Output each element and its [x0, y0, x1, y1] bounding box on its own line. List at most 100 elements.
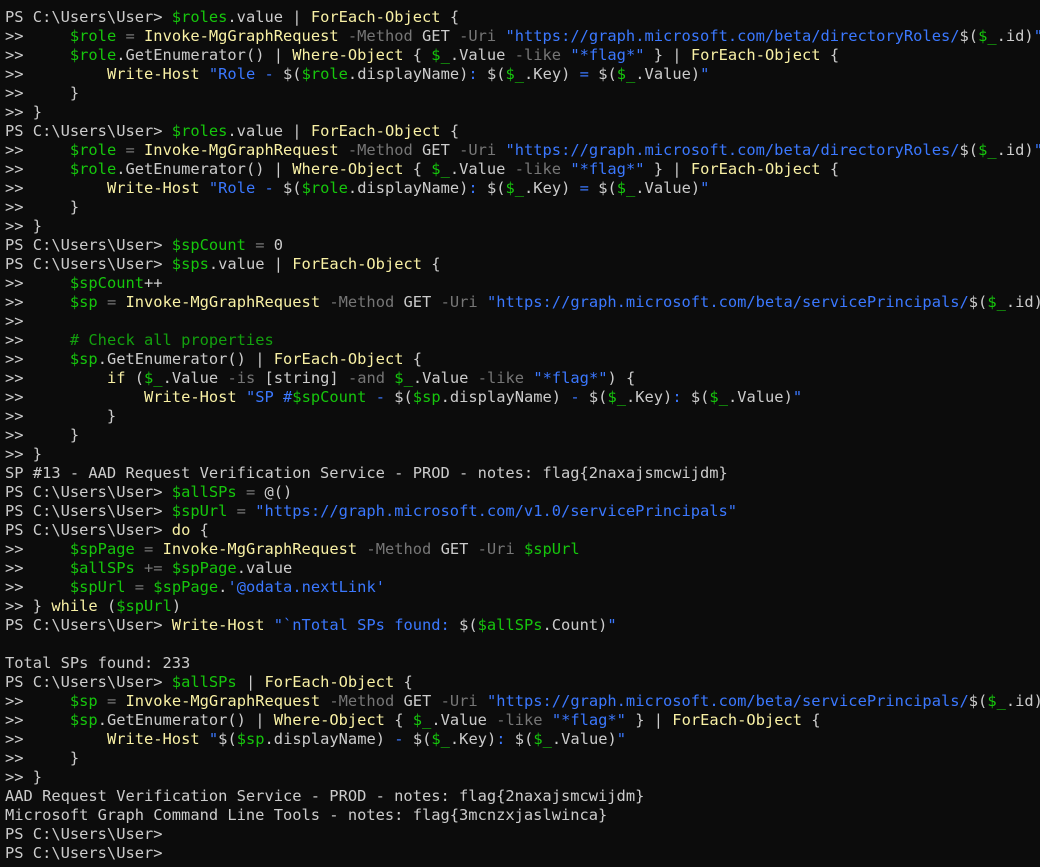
token-string: : — [468, 179, 487, 197]
token-keyword: while — [51, 597, 98, 615]
token-variable: $sp — [69, 293, 98, 311]
terminal-line: >> } — [5, 217, 1040, 236]
token-text: >> — [5, 312, 24, 330]
token-text: Total SPs found: 233 — [5, 654, 191, 672]
token-text: $( — [394, 388, 413, 406]
terminal-line: SP #13 - AAD Request Verification Servic… — [5, 464, 1040, 483]
token-text: >> — [5, 711, 70, 729]
token-string: " — [208, 730, 219, 748]
token-variable: $_ — [978, 27, 997, 45]
token-variable: $spUrl — [69, 578, 126, 596]
token-operator: += — [134, 559, 172, 577]
powershell-terminal[interactable]: PS C:\Users\User> $roles.value | ForEach… — [0, 0, 1040, 867]
token-text: 0 — [273, 236, 284, 254]
token-text: { — [820, 160, 840, 178]
token-operator: = — [236, 483, 265, 501]
token-text: >> — [5, 65, 107, 83]
token-text: } | — [644, 46, 691, 64]
terminal-line: AAD Request Verification Service - PROD … — [5, 787, 1040, 806]
token-text: .Value) — [635, 65, 701, 83]
terminal-line: >> $sp.GetEnumerator() | ForEach-Object … — [5, 350, 1040, 369]
token-command: ForEach-Object — [273, 350, 404, 368]
token-text: >> } — [5, 749, 80, 767]
token-text: .displayName) — [347, 65, 469, 83]
token-text: >> — [5, 730, 107, 748]
token-text: { — [394, 673, 413, 691]
terminal-line: >> Write-Host "Role - $($role.displayNam… — [5, 179, 1040, 198]
token-parameter: -like — [514, 160, 562, 178]
token-variable: $sp — [69, 350, 98, 368]
terminal-line: >> — [5, 312, 1040, 331]
token-string: - — [366, 388, 395, 406]
token-text: .Key) — [625, 388, 673, 406]
token-text: GET — [394, 692, 441, 710]
token-text: .displayName) — [347, 179, 469, 197]
token-command: ForEach-Object — [310, 8, 441, 26]
token-text: } | — [644, 160, 691, 178]
terminal-line: >> } — [5, 103, 1040, 122]
token-text: { — [384, 711, 413, 729]
token-text: .Value) — [551, 730, 617, 748]
token-parameter: -like — [496, 711, 543, 729]
token-string: " — [616, 730, 627, 748]
token-text: { — [802, 711, 821, 729]
token-variable: $role — [69, 27, 117, 45]
token-text: ( — [97, 597, 117, 615]
token-variable: $_ — [431, 160, 450, 178]
token-parameter: -Method — [338, 141, 413, 159]
token-variable: $_ — [978, 141, 997, 159]
token-text: .value | — [227, 122, 311, 140]
token-string: = — [570, 179, 599, 197]
token-string: "`nTotal SPs found: — [273, 616, 460, 634]
token-text: Microsoft Graph Command Line Tools - not… — [5, 806, 608, 824]
token-parameter: -is — [227, 369, 256, 387]
token-text: .Value — [449, 46, 515, 64]
token-text: >> } — [5, 597, 52, 615]
terminal-line: >> $role.GetEnumerator() | Where-Object … — [5, 46, 1040, 65]
token-text: PS C:\Users\User> — [5, 502, 172, 520]
token-string: : — [468, 65, 487, 83]
terminal-line: PS C:\Users\User> $allSPs | ForEach-Obje… — [5, 673, 1040, 692]
token-text: >> — [5, 540, 70, 558]
token-text: .Count) — [542, 616, 608, 634]
token-text: >> — [5, 369, 107, 387]
token-text: .id) — [996, 27, 1034, 45]
token-text: >> — [5, 179, 107, 197]
token-text: $( — [459, 616, 478, 634]
token-text: .Value) — [727, 388, 793, 406]
token-operator: = — [116, 27, 145, 45]
token-string: "https://graph.microsoft.com/beta/servic… — [486, 692, 969, 710]
token-operator: = — [97, 293, 126, 311]
terminal-line: >> } — [5, 407, 1040, 426]
text-cursor[interactable] — [163, 844, 172, 861]
token-text: PS C:\Users\User> — [5, 825, 163, 843]
token-text: { — [820, 46, 840, 64]
token-text: PS C:\Users\User> — [5, 844, 163, 862]
token-text: { — [440, 122, 460, 140]
token-parameter: -like — [477, 369, 525, 387]
token-variable: $_ — [709, 388, 728, 406]
token-text: >> — [5, 331, 70, 349]
token-command: Invoke-MgGraphRequest — [144, 27, 339, 45]
token-variable: $_ — [505, 65, 525, 83]
token-parameter: -Uri — [459, 27, 497, 45]
token-variable: $_ — [616, 65, 636, 83]
terminal-line: >> Write-Host "Role - $($role.displayNam… — [5, 65, 1040, 84]
token-variable: $role — [69, 160, 117, 178]
token-text: .GetEnumerator() | — [97, 350, 274, 368]
token-command: Write-Host — [106, 730, 200, 748]
token-operator: = — [134, 540, 163, 558]
token-variable: $spUrl — [116, 597, 172, 615]
token-text: GET — [394, 293, 441, 311]
token-operator: = — [245, 236, 274, 254]
token-command: Write-Host — [144, 388, 237, 406]
token-variable: $_ — [431, 730, 450, 748]
token-text: { — [440, 8, 460, 26]
